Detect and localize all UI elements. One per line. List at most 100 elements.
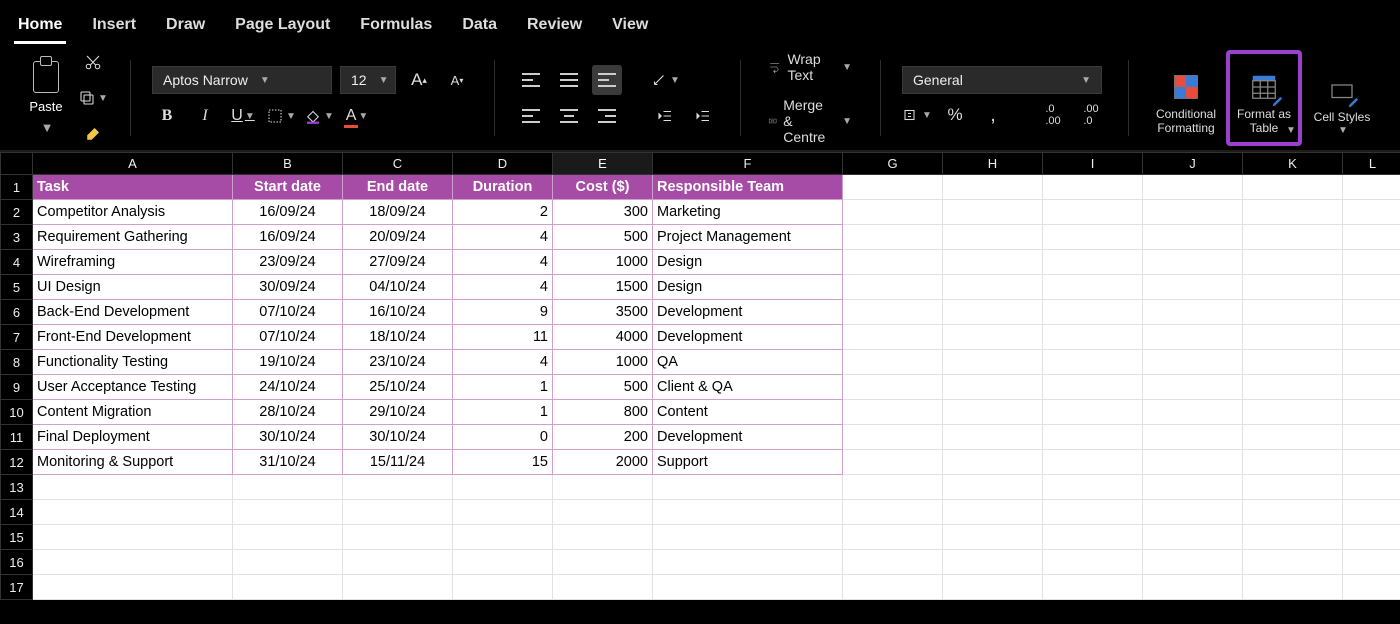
cell[interactable]: Final Deployment [33,425,233,450]
cell[interactable]: Development [653,300,843,325]
cell[interactable]: 18/09/24 [343,200,453,225]
align-bottom-button[interactable] [592,65,622,95]
cell[interactable]: Wireframing [33,250,233,275]
row-header-15[interactable]: 15 [1,525,33,550]
cell[interactable]: 1000 [553,250,653,275]
cell[interactable]: 4 [453,250,553,275]
cell[interactable]: Client & QA [653,375,843,400]
cell[interactable]: 500 [553,375,653,400]
cell[interactable]: 28/10/24 [233,400,343,425]
comma-button[interactable]: , [978,100,1008,130]
font-family-dropdown[interactable]: Aptos Narrow▼ [152,66,332,94]
cell[interactable]: 11 [453,325,553,350]
column-header-C[interactable]: C [343,153,453,175]
format-as-table-button[interactable]: Format as Table ▼ [1232,56,1296,140]
cell[interactable]: 18/10/24 [343,325,453,350]
table-header-cell[interactable]: End date [343,175,453,200]
cell[interactable]: 15/11/24 [343,450,453,475]
cell[interactable]: 04/10/24 [343,275,453,300]
cell[interactable]: 16/10/24 [343,300,453,325]
orientation-button[interactable]: ▼ [650,65,680,95]
conditional-formatting-button[interactable]: Conditional Formatting [1150,56,1222,140]
cell[interactable]: 16/09/24 [233,225,343,250]
cell[interactable]: 1 [453,400,553,425]
increase-font-button[interactable]: A▴ [404,65,434,95]
select-all-corner[interactable] [1,153,33,175]
decrease-font-button[interactable]: A▾ [442,65,472,95]
cell[interactable]: 2000 [553,450,653,475]
merge-centre-button[interactable]: Merge & Centre▼ [762,93,858,149]
tab-page-layout[interactable]: Page Layout [231,10,334,44]
spreadsheet[interactable]: ABCDEFGHIJKL1TaskStart dateEnd dateDurat… [0,152,1400,600]
align-middle-button[interactable] [554,65,584,95]
row-header-6[interactable]: 6 [1,300,33,325]
cell[interactable]: Competitor Analysis [33,200,233,225]
row-header-11[interactable]: 11 [1,425,33,450]
cell[interactable]: Design [653,250,843,275]
cut-button[interactable] [78,47,108,77]
accounting-format-button[interactable]: ▼ [902,100,932,130]
column-header-G[interactable]: G [843,153,943,175]
increase-decimal-button[interactable]: .0.00 [1038,100,1068,130]
cell[interactable]: 4 [453,225,553,250]
tab-home[interactable]: Home [14,10,66,44]
column-header-I[interactable]: I [1043,153,1143,175]
table-header-cell[interactable]: Start date [233,175,343,200]
cell[interactable]: 23/10/24 [343,350,453,375]
cell[interactable]: 30/09/24 [233,275,343,300]
column-header-A[interactable]: A [33,153,233,175]
paste-button[interactable]: Paste ▼ [22,56,70,140]
column-header-L[interactable]: L [1343,153,1400,175]
cell[interactable]: Functionality Testing [33,350,233,375]
column-header-E[interactable]: E [553,153,653,175]
tab-formulas[interactable]: Formulas [356,10,436,44]
cell[interactable]: Support [653,450,843,475]
column-header-D[interactable]: D [453,153,553,175]
copy-button[interactable]: ▼ [78,83,108,113]
table-header-cell[interactable]: Responsible Team [653,175,843,200]
row-header-12[interactable]: 12 [1,450,33,475]
cell[interactable]: Requirement Gathering [33,225,233,250]
cell[interactable]: User Acceptance Testing [33,375,233,400]
cell[interactable]: 300 [553,200,653,225]
cell[interactable]: 31/10/24 [233,450,343,475]
cell[interactable]: 4 [453,275,553,300]
format-painter-button[interactable] [78,119,108,149]
cell[interactable]: 1000 [553,350,653,375]
font-size-dropdown[interactable]: 12▼ [340,66,396,94]
cell[interactable]: 19/10/24 [233,350,343,375]
align-center-button[interactable] [554,101,584,131]
cell[interactable]: 25/10/24 [343,375,453,400]
cell[interactable]: 30/10/24 [343,425,453,450]
column-header-F[interactable]: F [653,153,843,175]
column-header-K[interactable]: K [1243,153,1343,175]
cell[interactable]: Monitoring & Support [33,450,233,475]
tab-review[interactable]: Review [523,10,586,44]
cell[interactable]: 3500 [553,300,653,325]
row-header-2[interactable]: 2 [1,200,33,225]
cell[interactable]: 30/10/24 [233,425,343,450]
border-button[interactable]: ▼ [266,101,296,131]
cell[interactable]: 15 [453,450,553,475]
percent-button[interactable]: % [940,100,970,130]
cell[interactable]: Back-End Development [33,300,233,325]
cell[interactable]: Development [653,325,843,350]
row-header-10[interactable]: 10 [1,400,33,425]
cell[interactable]: 07/10/24 [233,300,343,325]
decrease-indent-button[interactable] [650,101,680,131]
italic-button[interactable]: I [190,101,220,131]
align-right-button[interactable] [592,101,622,131]
row-header-5[interactable]: 5 [1,275,33,300]
tab-draw[interactable]: Draw [162,10,209,44]
row-header-7[interactable]: 7 [1,325,33,350]
tab-view[interactable]: View [608,10,652,44]
cell[interactable]: 4000 [553,325,653,350]
font-color-button[interactable]: A▼ [342,101,372,131]
cell[interactable]: 27/09/24 [343,250,453,275]
underline-button[interactable]: U▼ [228,101,258,131]
align-left-button[interactable] [516,101,546,131]
cell[interactable]: 20/09/24 [343,225,453,250]
row-header-17[interactable]: 17 [1,575,33,600]
row-header-3[interactable]: 3 [1,225,33,250]
cell[interactable]: Content Migration [33,400,233,425]
